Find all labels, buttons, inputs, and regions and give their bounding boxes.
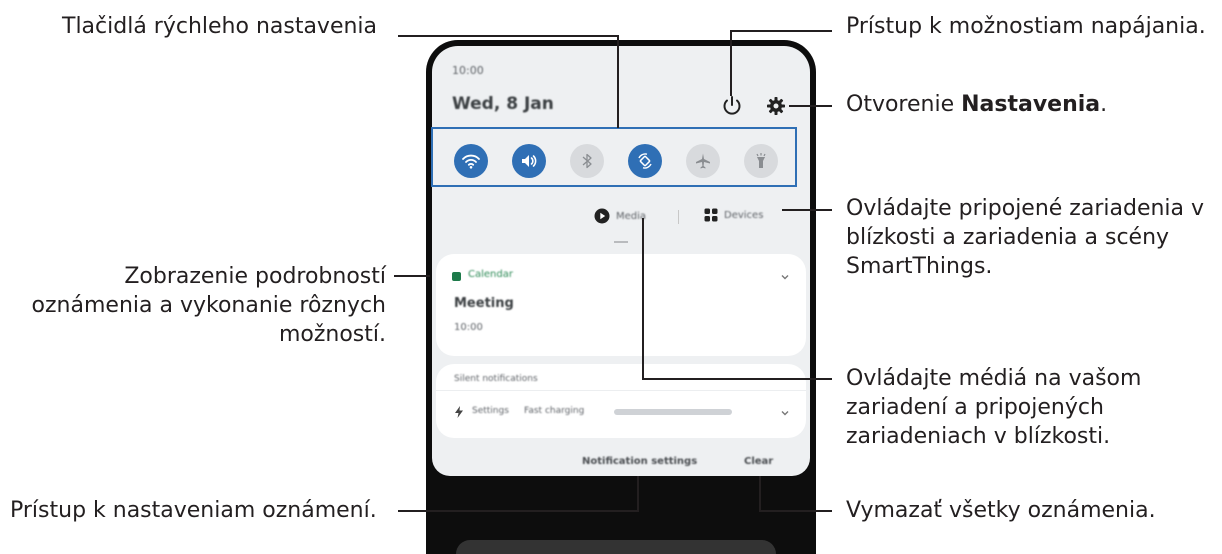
sound-button[interactable] bbox=[512, 144, 546, 178]
play-icon bbox=[594, 208, 610, 224]
callout-settings-prefix: Otvorenie bbox=[846, 92, 962, 117]
notification-time: 10:00 bbox=[454, 322, 483, 333]
flashlight-icon bbox=[756, 153, 766, 168]
callout-settings-bold: Nastavenia bbox=[961, 92, 1101, 117]
callout-quick-settings: Tlačidlá rýchleho nastavenia bbox=[62, 14, 378, 39]
callout-power-options: Prístup k možnostiam napájania. bbox=[846, 14, 1206, 39]
airplane-icon bbox=[696, 153, 710, 169]
callout-devices-line3: SmartThings. bbox=[846, 254, 993, 279]
media-devices-row: Media Devices bbox=[432, 206, 810, 230]
devices-button[interactable]: Devices bbox=[704, 208, 763, 222]
notification-card[interactable]: Calendar Meeting 10:00 bbox=[436, 254, 806, 356]
callout-media-line3: zariadeniach v blízkosti. bbox=[846, 424, 1111, 449]
status-time: 10:00 bbox=[452, 64, 484, 77]
silent-item-text: Fast charging bbox=[524, 406, 585, 416]
media-button[interactable]: Media bbox=[594, 208, 646, 224]
notification-title: Meeting bbox=[454, 296, 514, 311]
notification-app-name: Calendar bbox=[468, 269, 513, 280]
flashlight-button[interactable] bbox=[744, 144, 778, 178]
phone-screen: 10:00 Wed, 8 Jan Media Devices Calendar … bbox=[426, 40, 816, 554]
auto-rotate-button[interactable] bbox=[628, 144, 662, 178]
wifi-button[interactable] bbox=[454, 144, 488, 178]
bluetooth-icon bbox=[582, 153, 592, 169]
sound-icon bbox=[522, 155, 537, 167]
devices-label: Devices bbox=[724, 209, 764, 221]
callout-notification-details: Zobrazenie podrobností oznámenia a vykon… bbox=[18, 262, 386, 349]
bluetooth-button[interactable] bbox=[570, 144, 604, 178]
auto-rotate-icon bbox=[638, 153, 652, 169]
callout-notif-line3: možností. bbox=[278, 322, 386, 347]
airplane-mode-button[interactable] bbox=[686, 144, 720, 178]
callout-media-line2: zariadení a pripojených bbox=[846, 395, 1104, 420]
quick-settings-row bbox=[446, 138, 796, 190]
wifi-icon bbox=[462, 154, 480, 169]
silent-notifications-card[interactable]: Silent notifications Settings Fast charg… bbox=[436, 364, 806, 438]
callout-notif-line1: Zobrazenie podrobností bbox=[124, 264, 386, 289]
devices-grid-icon bbox=[704, 208, 718, 222]
chevron-down-icon[interactable] bbox=[780, 408, 790, 418]
gear-icon[interactable] bbox=[766, 96, 786, 116]
callout-media: Ovládajte médiá na vašom zariadení a pri… bbox=[846, 364, 1141, 451]
callout-devices-line1: Ovládajte pripojené zariadenia v bbox=[846, 196, 1205, 221]
callout-devices-line2: blízkosti a zariadenia a scény bbox=[846, 225, 1170, 250]
phone-bottom-bar bbox=[456, 540, 776, 554]
notification-settings-button[interactable]: Notification settings bbox=[582, 456, 697, 467]
callout-devices: Ovládajte pripojené zariadenia v blízkos… bbox=[846, 194, 1204, 281]
callout-notification-settings: Prístup k nastaveniam oznámení. bbox=[10, 498, 377, 523]
callout-media-line1: Ovládajte médiá na vašom bbox=[846, 366, 1142, 391]
bolt-icon bbox=[455, 406, 463, 418]
panel-handle[interactable] bbox=[614, 241, 628, 243]
media-label: Media bbox=[616, 210, 647, 222]
calendar-app-icon bbox=[452, 272, 461, 281]
callout-clear-all: Vymazať všetky oznámenia. bbox=[846, 498, 1156, 523]
callout-open-settings: Otvorenie Nastavenia. bbox=[846, 90, 1107, 119]
quick-panel: 10:00 Wed, 8 Jan Media Devices Calendar … bbox=[432, 46, 810, 476]
panel-date: Wed, 8 Jan bbox=[452, 94, 554, 114]
callout-notif-line2: oznámenia a vykonanie rôznych bbox=[31, 293, 386, 318]
silent-divider bbox=[436, 390, 806, 391]
silent-item-app: Settings bbox=[472, 406, 509, 416]
power-icon[interactable] bbox=[720, 94, 744, 118]
chevron-down-icon[interactable] bbox=[780, 272, 790, 282]
silent-item-blurred-text bbox=[614, 409, 732, 415]
media-devices-separator bbox=[678, 210, 679, 224]
callout-settings-suffix: . bbox=[1100, 92, 1108, 117]
silent-notifications-header: Silent notifications bbox=[454, 374, 538, 384]
clear-button[interactable]: Clear bbox=[744, 456, 773, 467]
